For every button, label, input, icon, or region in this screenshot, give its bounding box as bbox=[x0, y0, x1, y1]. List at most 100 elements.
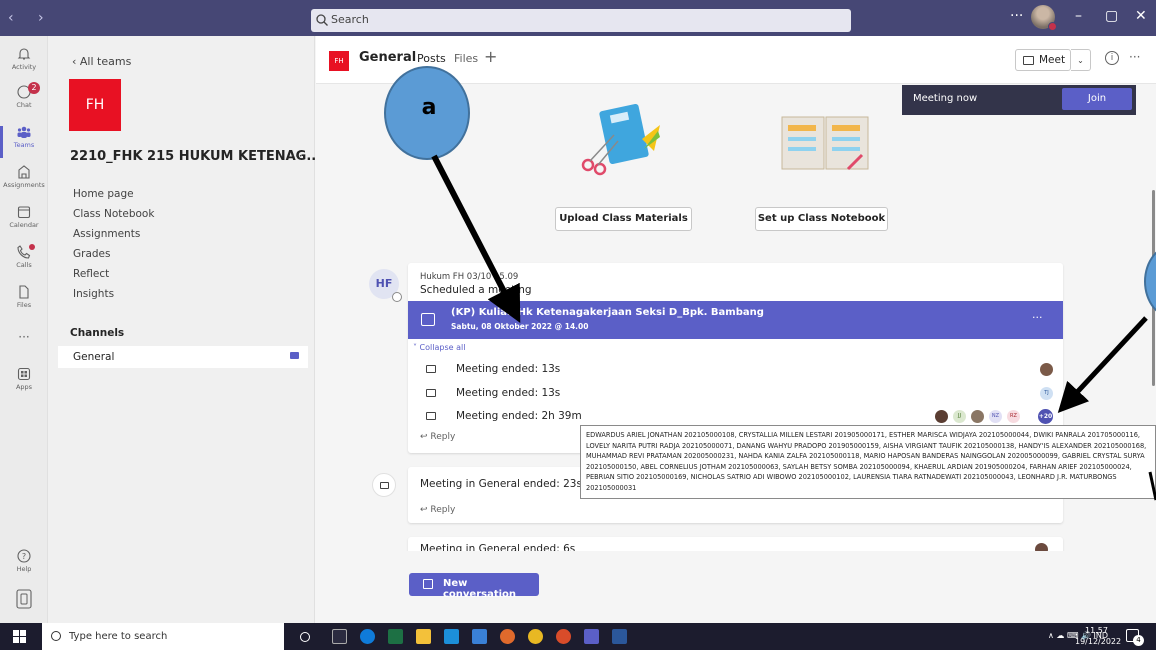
nav-class-notebook[interactable]: Class Notebook bbox=[73, 208, 154, 220]
teams-taskbar-icon[interactable] bbox=[584, 629, 599, 644]
participant-avatar[interactable]: JJ bbox=[953, 410, 966, 423]
rail-calls[interactable]: Calls bbox=[0, 244, 48, 282]
taskbar-search-placeholder: Type here to search bbox=[69, 631, 168, 642]
excel-icon[interactable] bbox=[388, 629, 403, 644]
cortana-icon[interactable] bbox=[300, 632, 310, 642]
rail-teams[interactable]: Teams bbox=[0, 124, 48, 162]
chrome-icon[interactable] bbox=[528, 629, 543, 644]
meeting-row-label: Meeting ended: 13s bbox=[456, 363, 561, 375]
file-explorer-icon[interactable] bbox=[416, 629, 431, 644]
team-name: 2210_FHK 215 HUKUM KETENAG... bbox=[70, 149, 322, 164]
participants-tooltip: EDWARDUS ARIEL JONATHAN 202105000108, CR… bbox=[580, 425, 1156, 499]
class-notebook-illustration bbox=[781, 116, 869, 171]
rail-calendar-label: Calendar bbox=[9, 221, 39, 229]
settings-more-icon[interactable]: ··· bbox=[1010, 8, 1023, 24]
rail-files[interactable]: Files bbox=[0, 284, 48, 322]
video-icon bbox=[1023, 56, 1034, 65]
video-icon bbox=[426, 365, 436, 373]
nav-reflect[interactable]: Reflect bbox=[73, 268, 109, 280]
rail-download-mobile[interactable] bbox=[0, 589, 48, 627]
meeting-banner[interactable]: (KP) Kuliah Hk Ketenagakerjaan Seksi D_B… bbox=[408, 301, 1063, 339]
meet-label: Meet bbox=[1039, 54, 1066, 66]
annotation-label: a bbox=[421, 95, 437, 120]
tab-posts[interactable]: Posts bbox=[417, 52, 446, 65]
tab-files[interactable]: Files bbox=[454, 52, 478, 65]
nav-home-page[interactable]: Home page bbox=[73, 188, 134, 200]
maximize-button[interactable]: ▢ bbox=[1105, 8, 1118, 24]
teams-icon bbox=[17, 126, 31, 138]
rail-assignments[interactable]: Assignments bbox=[0, 164, 48, 202]
participant-avatar[interactable] bbox=[971, 410, 984, 423]
taskbar: Type here to search ∧ ☁ ⌨ 🔊 IND 11.57 19… bbox=[0, 623, 1156, 650]
participant-avatar[interactable]: NZ bbox=[989, 410, 1002, 423]
collapse-all-link[interactable]: ˅ Collapse all bbox=[413, 343, 465, 352]
participant-avatar[interactable]: RZ bbox=[1007, 410, 1020, 423]
rail-apps-label: Apps bbox=[15, 383, 33, 391]
participant-avatar[interactable] bbox=[1040, 363, 1053, 376]
search-icon bbox=[316, 14, 328, 26]
rail-calendar[interactable]: Calendar bbox=[0, 204, 48, 242]
rail-files-label: Files bbox=[16, 301, 32, 309]
presence-busy-icon bbox=[1048, 22, 1057, 31]
meet-button[interactable]: Meet bbox=[1015, 49, 1071, 71]
firefox-icon[interactable] bbox=[500, 629, 515, 644]
rail-activity[interactable]: Activity bbox=[0, 46, 48, 84]
windows-start-icon[interactable] bbox=[13, 630, 26, 643]
rail-apps[interactable]: Apps bbox=[0, 366, 48, 404]
channel-general[interactable]: General bbox=[58, 346, 308, 368]
header-more-icon[interactable]: ··· bbox=[1129, 50, 1140, 64]
clock-date[interactable]: 19/12/2022 bbox=[1075, 637, 1121, 646]
meeting-date: Sabtu, 08 Oktober 2022 @ 14.00 bbox=[451, 322, 589, 331]
upload-class-materials-button[interactable]: Upload Class Materials bbox=[555, 207, 692, 231]
word-icon[interactable] bbox=[612, 629, 627, 644]
search-input[interactable]: Search bbox=[311, 9, 851, 32]
reply-link[interactable]: ↩ Reply bbox=[420, 432, 455, 442]
rail-chat[interactable]: 2 Chat bbox=[0, 82, 48, 122]
video-icon bbox=[380, 482, 389, 489]
active-meeting-icon bbox=[290, 352, 299, 359]
mail-icon[interactable] bbox=[444, 629, 459, 644]
clock-time[interactable]: 11.57 bbox=[1085, 626, 1108, 635]
rail-more-icon[interactable]: ··· bbox=[0, 330, 48, 368]
post-author-avatar: HF bbox=[369, 269, 402, 302]
close-button[interactable]: ✕ bbox=[1135, 8, 1147, 24]
meet-dropdown-chevron-icon[interactable]: ⌄ bbox=[1071, 49, 1091, 71]
calendar-icon bbox=[17, 206, 31, 219]
post-text: Scheduled a meeting bbox=[420, 284, 532, 296]
edge-icon[interactable] bbox=[360, 629, 375, 644]
meeting-row-label: Meeting ended: 13s bbox=[456, 387, 561, 399]
nav-insights[interactable]: Insights bbox=[73, 288, 114, 300]
setup-class-notebook-button[interactable]: Set up Class Notebook bbox=[755, 207, 888, 231]
post-author: Hukum FH 03/10 15.09 bbox=[420, 272, 519, 282]
reply-link[interactable]: ↩ Reply bbox=[420, 505, 455, 515]
meeting-more-icon[interactable]: ··· bbox=[1032, 311, 1043, 324]
participant-avatar[interactable]: TJ bbox=[1040, 387, 1053, 400]
all-teams-link[interactable]: ‹ All teams bbox=[72, 55, 131, 68]
chrome-profile-icon[interactable] bbox=[556, 629, 571, 644]
more-participants-badge[interactable]: +20 bbox=[1038, 409, 1053, 424]
taskbar-search-input[interactable]: Type here to search bbox=[42, 623, 284, 650]
video-icon bbox=[426, 389, 436, 397]
rail-help[interactable]: ? Help bbox=[0, 548, 48, 586]
info-icon[interactable]: i bbox=[1105, 51, 1119, 65]
notification-count: 4 bbox=[1133, 635, 1144, 646]
new-conversation-button[interactable]: New conversation bbox=[409, 573, 539, 600]
bell-icon bbox=[17, 48, 31, 60]
calendar-app-icon[interactable] bbox=[472, 629, 487, 644]
task-view-icon[interactable] bbox=[332, 629, 347, 644]
team-more-icon[interactable]: ··· bbox=[291, 149, 302, 163]
rail-teams-label: Teams bbox=[13, 141, 35, 149]
nav-assignments[interactable]: Assignments bbox=[73, 228, 140, 240]
join-button[interactable]: Join bbox=[1062, 88, 1132, 110]
channels-header: Channels bbox=[70, 327, 125, 339]
profile-avatar[interactable] bbox=[1031, 5, 1057, 31]
nav-grades[interactable]: Grades bbox=[73, 248, 110, 260]
history-nav-icon[interactable]: ‹ › bbox=[8, 10, 54, 26]
meeting-title: (KP) Kuliah Hk Ketenagakerjaan Seksi D_B… bbox=[451, 307, 764, 318]
participant-avatar[interactable] bbox=[935, 410, 948, 423]
apps-icon bbox=[17, 367, 31, 381]
add-tab-icon[interactable]: + bbox=[484, 47, 497, 66]
minimize-button[interactable]: – bbox=[1075, 8, 1082, 24]
rail-chat-label: Chat bbox=[16, 101, 32, 109]
channel-title: General bbox=[359, 50, 417, 65]
